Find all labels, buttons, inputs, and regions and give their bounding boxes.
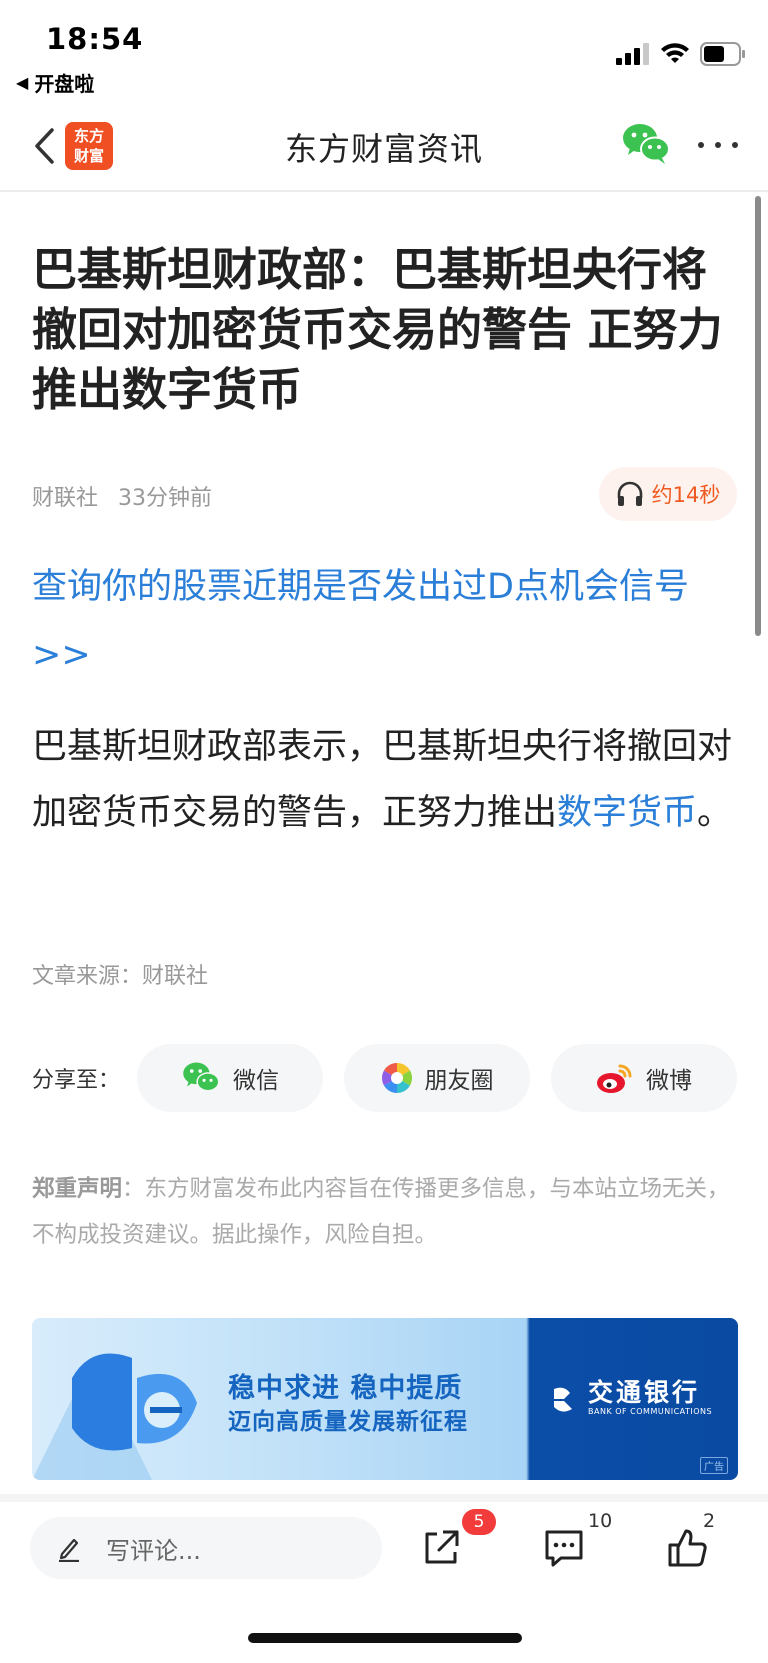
listen-button[interactable]: 约14秒	[599, 467, 737, 521]
share-moments-label: 朋友圈	[424, 1068, 494, 1094]
pencil-icon	[59, 1538, 79, 1562]
signal-icon	[616, 43, 649, 65]
bank-name-cn: 交通银行	[588, 1378, 701, 1407]
banner-line-1: 稳中求进 稳中提质	[228, 1373, 463, 1404]
more-button[interactable]	[698, 130, 738, 160]
more-dot-icon	[715, 142, 721, 148]
back-app-label: 开盘啦	[34, 72, 95, 96]
share-moments-button[interactable]: 朋友圈	[344, 1044, 530, 1112]
article-time: 33分钟前	[118, 486, 213, 511]
nav-bar: 东方 财富 东方财富资讯	[0, 100, 768, 192]
banner-ad[interactable]: 稳中求进 稳中提质 迈向高质量发展新征程 交通银行 BANK OF COMMUN…	[32, 1318, 738, 1480]
status-time: 18:54	[46, 22, 144, 56]
like-count: 2	[703, 1510, 716, 1532]
article-headline: 巴基斯坦财政部：巴基斯坦央行将撤回对加密货币交易的警告 正努力推出数字货币	[32, 243, 723, 416]
wifi-icon	[661, 43, 689, 63]
back-triangle-icon: ◀	[16, 73, 29, 92]
moments-icon	[381, 1063, 412, 1093]
status-icons	[616, 42, 746, 66]
digital-currency-link[interactable]: 数字货币	[557, 793, 697, 833]
back-to-app-link[interactable]: ◀ 开盘啦	[16, 68, 94, 97]
bocom-logo-icon	[554, 1387, 572, 1412]
article-body: 巴基斯坦财政部表示，巴基斯坦央行将撤回对加密货币交易的警告，正努力推出数字货币。	[32, 714, 744, 846]
share-weibo-button[interactable]: 微博	[551, 1044, 737, 1112]
more-dot-icon	[698, 142, 704, 148]
battery-icon	[700, 42, 745, 66]
share-wechat-label: 微信	[233, 1068, 279, 1094]
share-wechat-button[interactable]: 微信	[137, 1044, 323, 1112]
banner-graphic	[32, 1353, 197, 1480]
body-punct: 。	[697, 793, 733, 833]
thumbs-up-icon	[668, 1529, 707, 1567]
article-source-line: 文章来源：财联社	[32, 964, 209, 989]
share-count-badge: 5	[462, 1509, 496, 1535]
comment-icon	[545, 1530, 583, 1567]
promo-link[interactable]: 查询你的股票近期是否发出过D点机会信号>>	[32, 553, 744, 689]
wechat-icon	[623, 124, 670, 164]
share-out-icon	[425, 1530, 459, 1564]
weibo-icon	[597, 1064, 632, 1093]
article-meta: 财联社 33分钟前	[32, 480, 212, 512]
status-bar: 18:54 ◀ 开盘啦	[0, 0, 768, 100]
home-indicator[interactable]	[248, 1633, 522, 1643]
comment-placeholder: 写评论...	[106, 1536, 201, 1565]
more-dot-icon	[732, 142, 738, 148]
banner-slogan: 稳中求进 稳中提质 迈向高质量发展新征程	[228, 1372, 468, 1438]
share-weibo-label: 微博	[646, 1068, 692, 1094]
share-label: 分享至：	[32, 1068, 121, 1093]
disclaimer-text: ：东方财富发布此内容旨在传播更多信息，与本站立场无关，不构成投资建议。据此操作，…	[32, 1176, 730, 1248]
bank-logo: 交通银行 BANK OF COMMUNICATIONS	[550, 1380, 712, 1418]
banner-line-2: 迈向高质量发展新征程	[228, 1409, 468, 1435]
bottom-divider	[0, 1494, 768, 1502]
comment-input[interactable]: 写评论...	[30, 1517, 382, 1579]
bank-name: 交通银行 BANK OF COMMUNICATIONS	[588, 1380, 712, 1418]
bank-name-en: BANK OF COMMUNICATIONS	[588, 1407, 713, 1416]
listen-duration: 约14秒	[651, 483, 721, 507]
wechat-icon	[183, 1062, 220, 1092]
disclaimer: 郑重声明：东方财富发布此内容旨在传播更多信息，与本站立场无关，不构成投资建议。据…	[32, 1166, 732, 1258]
comment-count: 10	[588, 1510, 613, 1532]
comments-button[interactable]	[536, 1520, 592, 1576]
wechat-share-button[interactable]	[622, 122, 670, 166]
headphones-icon	[617, 481, 642, 506]
article-source: 财联社	[32, 486, 99, 511]
ad-tag: 广告	[700, 1457, 728, 1474]
disclaimer-title: 郑重声明	[32, 1176, 123, 1202]
scrollbar[interactable]	[755, 196, 761, 636]
share-button[interactable]	[413, 1520, 469, 1576]
